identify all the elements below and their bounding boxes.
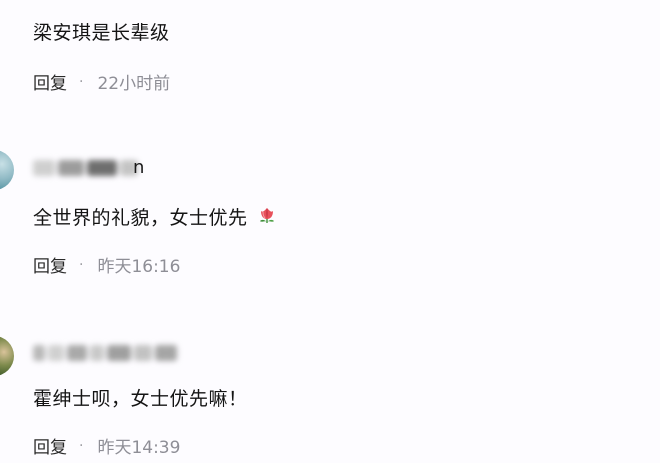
reply-button[interactable]: 回复 xyxy=(33,433,67,458)
separator-dot: · xyxy=(79,73,84,90)
tulip-icon xyxy=(256,205,278,227)
comment-text: 全世界的礼貌，女士优先 xyxy=(33,203,278,230)
avatar[interactable] xyxy=(0,150,14,190)
comment-list: 梁安琪是长辈级 回复 · 22小时前 n 全世界的礼貌，女士优先 回复 · 昨天… xyxy=(0,0,660,463)
comment-text: 霍绅士呗，女士优先嘛！ xyxy=(33,388,248,410)
comment-time: 昨天16:16 xyxy=(97,257,181,277)
comment-meta: 回复 · 22小时前 xyxy=(33,69,171,95)
username-suffix[interactable]: n xyxy=(133,157,144,178)
username-blurred[interactable] xyxy=(33,343,177,363)
comment-meta: 回复 · 昨天14:39 xyxy=(33,433,181,459)
comment-time: 22小时前 xyxy=(97,74,171,94)
separator-dot: · xyxy=(79,256,84,273)
comment-text: 梁安琪是长辈级 xyxy=(33,22,170,44)
comment-time: 昨天14:39 xyxy=(97,438,181,458)
avatar[interactable] xyxy=(0,336,14,376)
reply-button[interactable]: 回复 xyxy=(33,69,67,94)
comment-text-content: 全世界的礼貌，女士优先 xyxy=(33,207,248,229)
reply-button[interactable]: 回复 xyxy=(33,252,67,277)
separator-dot: · xyxy=(79,437,84,454)
username-blurred[interactable] xyxy=(33,158,138,178)
comment-meta: 回复 · 昨天16:16 xyxy=(33,252,181,278)
